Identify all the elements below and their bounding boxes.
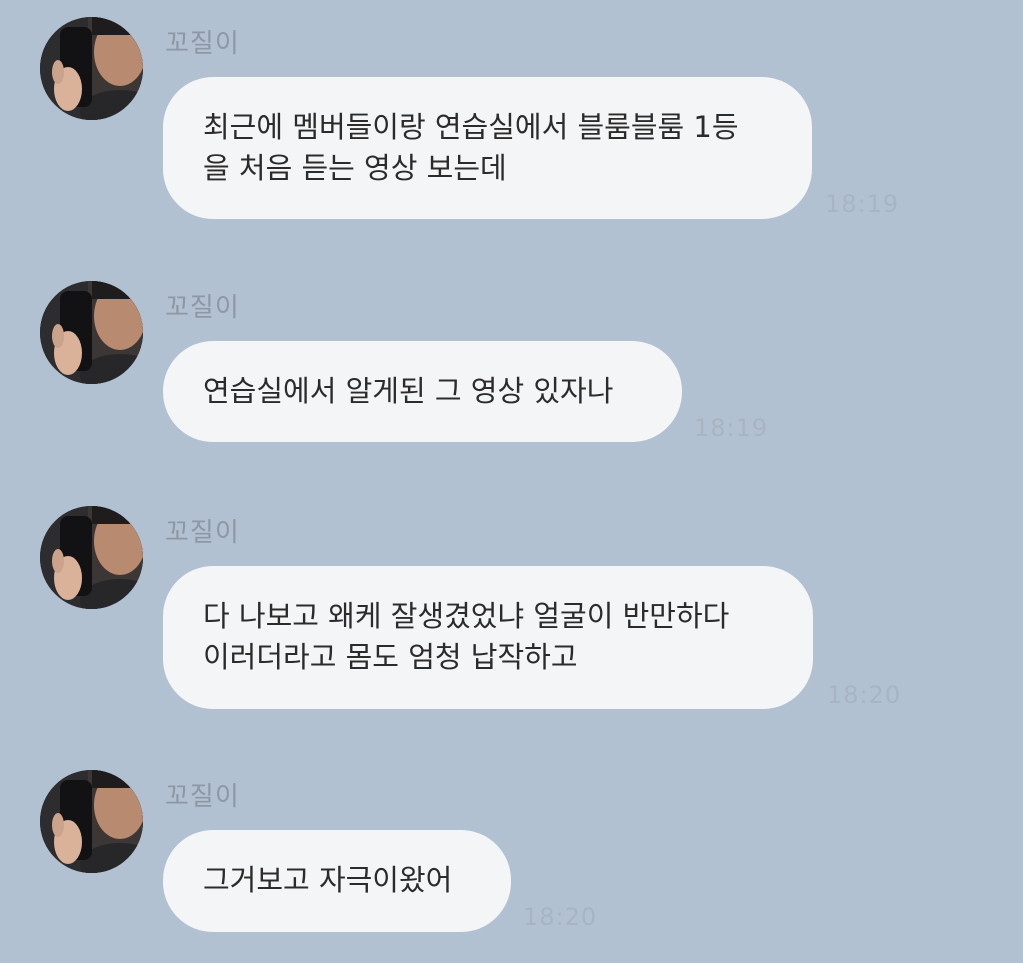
message-time: 18:20: [827, 681, 902, 709]
sender-name: 꼬질이: [165, 293, 240, 323]
message-bubble[interactable]: 최근에 멤버들이랑 연습실에서 블룸블룸 1등 을 처음 듣는 영상 보는데: [163, 77, 812, 219]
avatar[interactable]: [40, 281, 143, 384]
message-time: 18:20: [523, 903, 598, 931]
sender-name: 꼬질이: [165, 782, 240, 812]
message-time: 18:19: [694, 414, 769, 442]
sender-name: 꼬질이: [165, 518, 240, 548]
message-bubble[interactable]: 연습실에서 알게된 그 영상 있자나: [163, 341, 682, 442]
avatar[interactable]: [40, 17, 143, 120]
avatar[interactable]: [40, 506, 143, 609]
avatar[interactable]: [40, 770, 143, 873]
message-bubble[interactable]: 그거보고 자극이왔어: [163, 830, 511, 932]
sender-name: 꼬질이: [165, 29, 240, 59]
message-time: 18:19: [825, 190, 900, 218]
profile-photo-icon: [40, 281, 143, 384]
profile-photo-icon: [40, 17, 143, 120]
message-bubble[interactable]: 다 나보고 왜케 잘생겼었냐 얼굴이 반만하다 이러더라고 몸도 엄청 납작하고: [163, 566, 813, 709]
profile-photo-icon: [40, 770, 143, 873]
chat-area: 꼬질이 최근에 멤버들이랑 연습실에서 블룸블룸 1등 을 처음 듣는 영상 보…: [0, 0, 1023, 963]
profile-photo-icon: [40, 506, 143, 609]
